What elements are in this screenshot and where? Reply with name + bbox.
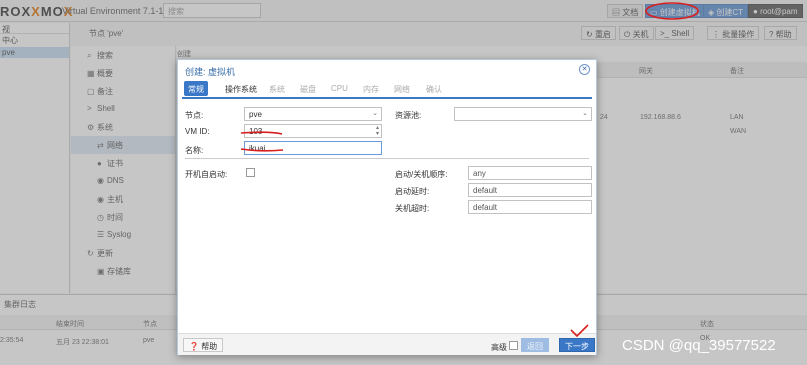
vmid-underline: [240, 131, 283, 135]
highlight-create-vm-ellipse: [645, 2, 699, 20]
watermark: CSDN @qq_39577522: [622, 337, 776, 354]
checkmark-annotation: [570, 324, 589, 338]
red-annotations: [240, 2, 699, 338]
name-underline: [240, 148, 284, 152]
